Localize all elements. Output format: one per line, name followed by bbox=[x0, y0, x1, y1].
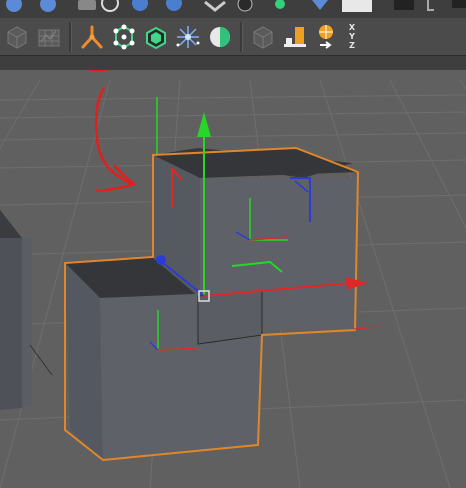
globe-xyz-icon bbox=[319, 24, 333, 49]
polygon-points-icon bbox=[113, 24, 135, 49]
viewport-scene bbox=[0, 70, 466, 488]
overlap-face bbox=[197, 290, 263, 345]
joint-icon bbox=[81, 25, 103, 48]
top-circle-icon-2 bbox=[40, 0, 56, 12]
left-partial-cube bbox=[0, 210, 53, 410]
coord-system-button[interactable] bbox=[312, 21, 342, 53]
top-strip-icons bbox=[6, 0, 466, 12]
viewport-menu-strip bbox=[0, 56, 466, 71]
cube-outline-icon bbox=[253, 25, 273, 49]
cube-icon bbox=[7, 25, 27, 49]
top-chevron-icon bbox=[204, 0, 226, 12]
top-ring-icon bbox=[101, 0, 119, 12]
xyz-lock-labels[interactable]: X Y Z bbox=[344, 21, 360, 53]
annotation-arrow bbox=[94, 87, 133, 186]
display-cube-button[interactable] bbox=[248, 21, 278, 53]
top-box-icon bbox=[78, 0, 96, 10]
bar-chart-icon bbox=[284, 26, 306, 47]
top-arrow-icon bbox=[312, 0, 328, 10]
toolbar-separator-2 bbox=[240, 21, 243, 52]
y-label: Y bbox=[349, 32, 355, 41]
box-mode-button[interactable] bbox=[141, 21, 171, 53]
top-green-dot-icon bbox=[275, 0, 285, 9]
shading-button[interactable] bbox=[205, 21, 235, 53]
z-label: Z bbox=[349, 41, 355, 50]
top-end-box-icon bbox=[452, 0, 466, 8]
grid-icon bbox=[38, 29, 60, 46]
top-bracket-icon bbox=[427, 0, 434, 11]
x-label: X bbox=[348, 23, 356, 32]
cube-view-button[interactable] bbox=[2, 21, 32, 53]
top-icon-strip bbox=[0, 0, 466, 19]
box-mode-icon bbox=[146, 26, 166, 49]
grid-view-button[interactable] bbox=[34, 21, 64, 53]
top-dark-box-icon bbox=[394, 0, 414, 10]
top-dot-icon bbox=[237, 0, 253, 12]
top-circle-icon-1 bbox=[6, 0, 22, 12]
top-white-box-icon bbox=[342, 0, 372, 12]
3d-viewport[interactable] bbox=[0, 70, 466, 488]
joint-tool-button[interactable] bbox=[77, 21, 107, 53]
particle-button[interactable] bbox=[173, 21, 203, 53]
sparkle-icon bbox=[176, 25, 200, 48]
gizmo-z-handle bbox=[156, 255, 166, 265]
top-circle-icon-4 bbox=[166, 0, 182, 11]
sphere-half-icon bbox=[210, 26, 230, 47]
measure-button[interactable] bbox=[280, 21, 310, 53]
points-mode-button[interactable] bbox=[109, 21, 139, 53]
main-toolbar: X Y Z bbox=[0, 18, 466, 56]
cinema4d-window: X Y Z bbox=[0, 0, 466, 488]
toolbar-separator bbox=[69, 21, 72, 52]
annotation-arrowhead bbox=[95, 164, 137, 193]
top-circle-icon-3 bbox=[132, 0, 148, 11]
